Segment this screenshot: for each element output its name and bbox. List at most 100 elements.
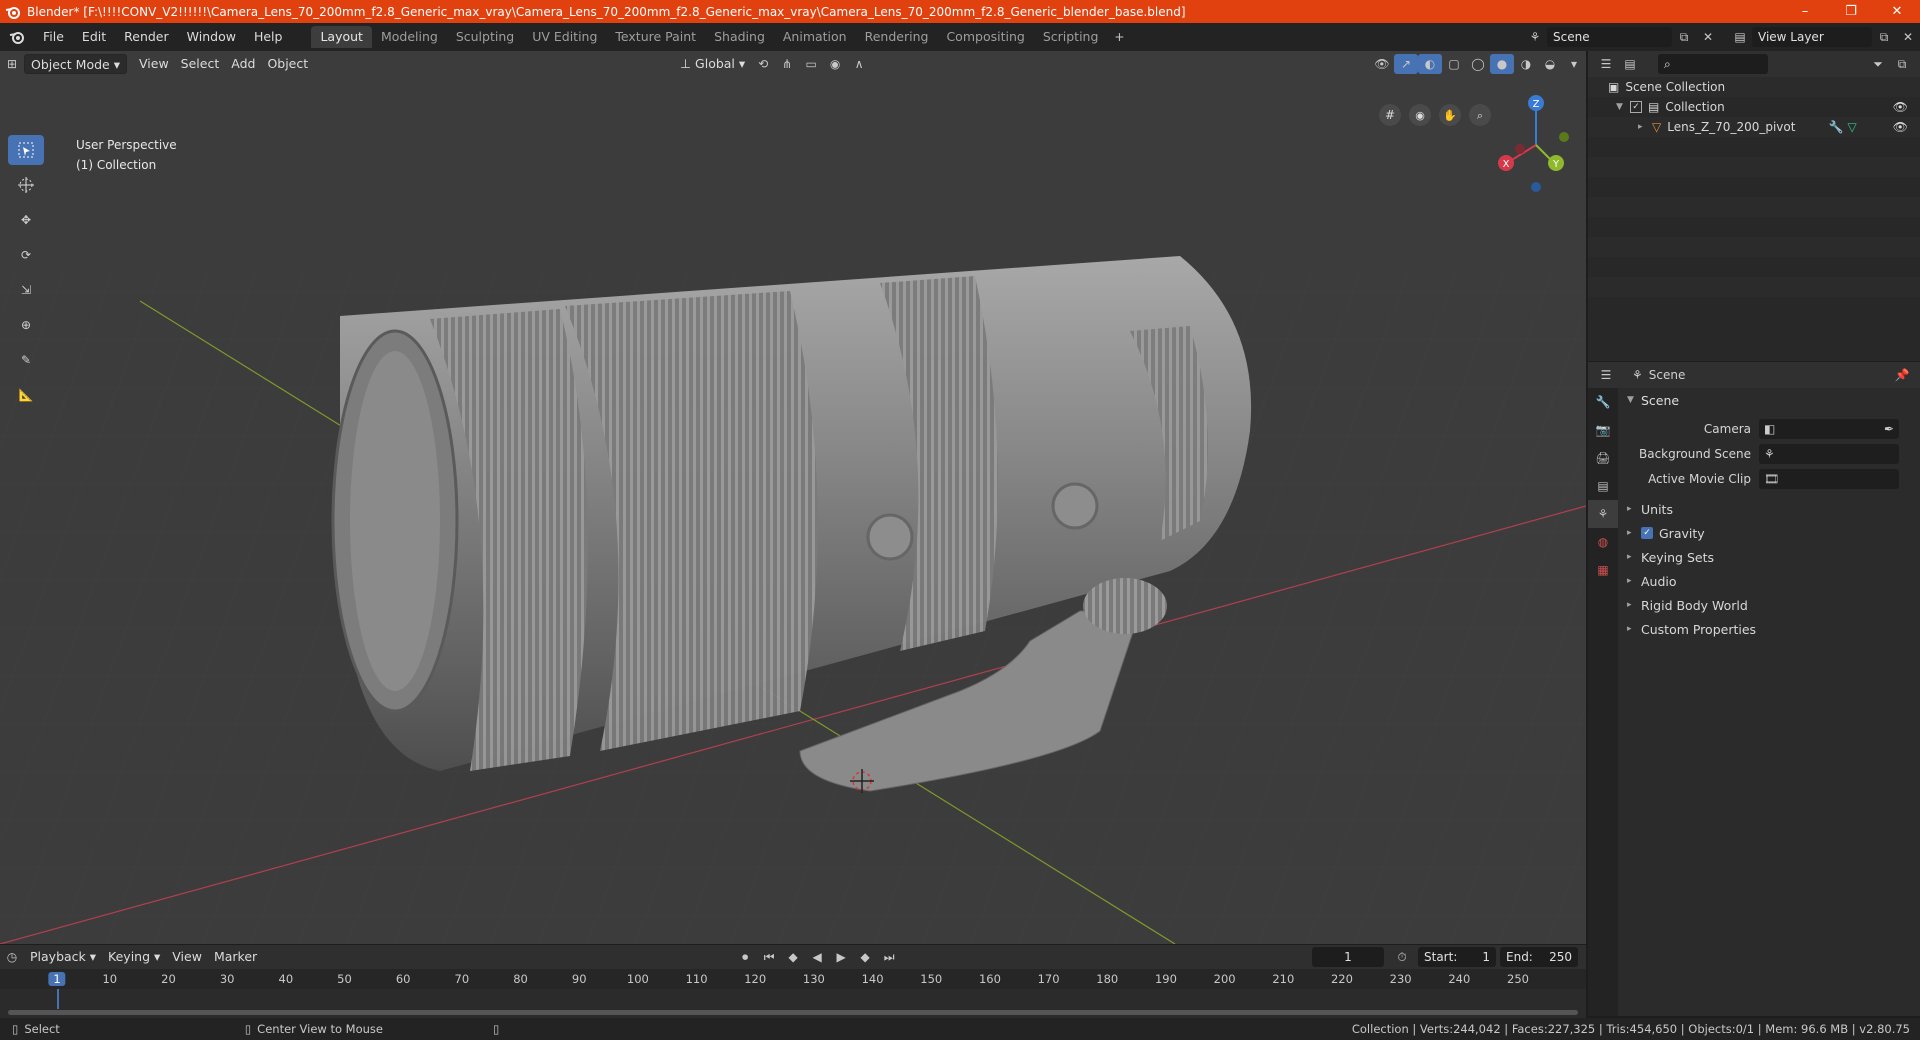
tab-uv-editing[interactable]: UV Editing (523, 26, 606, 48)
blender-menu-icon[interactable] (0, 29, 34, 45)
wireframe-shading-icon[interactable]: ◯ (1466, 54, 1490, 74)
object-row[interactable]: ▸ ▽ Lens_Z_70_200_pivot 🔧 ▽ 👁 (1588, 117, 1920, 137)
end-frame-field[interactable]: End: 250 (1500, 947, 1578, 967)
menu-timeline-view[interactable]: View (166, 947, 208, 967)
timeline-editor-icon[interactable]: ◷ (0, 947, 24, 967)
solid-shading-icon[interactable]: ● (1490, 54, 1514, 74)
maximize-button[interactable]: ❐ (1828, 0, 1874, 23)
tool-tab-icon[interactable]: 🔧 (1588, 388, 1618, 416)
pivot-icon[interactable]: ⟲ (751, 54, 775, 74)
transform-orientation-dropdown[interactable]: ⊥ Global ▾ (674, 54, 751, 74)
jump-end-icon[interactable]: ⏭ (877, 947, 901, 967)
stopwatch-icon[interactable]: ⏱ (1390, 947, 1414, 967)
render-tab-icon[interactable]: 📷 (1588, 416, 1618, 444)
3d-viewport[interactable]: ⊞ Object Mode ▾ View Select Add Object ⊥… (0, 51, 1586, 944)
visibility-icon[interactable]: 👁 (1370, 54, 1394, 74)
current-frame-field[interactable]: 1 (1312, 947, 1384, 967)
expand-icon[interactable]: ▸ (1638, 122, 1652, 132)
new-view-layer-icon[interactable]: ⧉ (1872, 27, 1896, 47)
gizmo-toggle-icon[interactable]: ↗ (1394, 54, 1418, 74)
collection-row[interactable]: ▼ ✓ ▤ Collection 👁 (1588, 97, 1920, 117)
tab-layout[interactable]: Layout (311, 26, 372, 48)
menu-file[interactable]: File (34, 23, 73, 51)
delete-scene-icon[interactable]: ✕ (1696, 27, 1720, 47)
navigation-gizmo[interactable]: # ◉ ✋ ⌕ Z X Y (1370, 81, 1586, 201)
editor-type-icon[interactable]: ⊞ (0, 54, 24, 74)
timeline-ruler[interactable]: 1 10 20 30 40 50 60 70 80 90 100 110 120 130 140 150 160… (0, 969, 1586, 989)
tab-compositing[interactable]: Compositing (937, 26, 1033, 48)
tab-sculpting[interactable]: Sculpting (447, 26, 523, 48)
next-keyframe-icon[interactable]: ◆ (853, 947, 877, 967)
play-reverse-icon[interactable]: ◀ (805, 947, 829, 967)
keying-sets-panel[interactable]: ▸ Keying Sets (1619, 545, 1920, 569)
camera-field[interactable]: ◧ ✒ (1759, 418, 1899, 439)
collapse-icon[interactable]: ▼ (1616, 102, 1630, 112)
menu-keying[interactable]: Keying ▾ (102, 947, 166, 967)
snap-target-icon[interactable]: ▭ (799, 54, 823, 74)
movie-clip-field[interactable]: 🎞 (1759, 468, 1899, 489)
view-layer-field[interactable]: View Layer (1752, 27, 1872, 47)
texture-tab-icon[interactable]: ▦ (1588, 556, 1618, 584)
background-scene-field[interactable]: ⚘ (1759, 443, 1899, 464)
tab-texture-paint[interactable]: Texture Paint (606, 26, 705, 48)
new-collection-icon[interactable]: ⧉ (1890, 54, 1914, 74)
jump-start-icon[interactable]: ⏮ (757, 947, 781, 967)
properties-editor-icon[interactable]: ☰ (1594, 365, 1618, 385)
tab-rendering[interactable]: Rendering (856, 26, 938, 48)
mode-dropdown[interactable]: Object Mode ▾ (24, 54, 127, 74)
menu-help[interactable]: Help (245, 23, 292, 51)
menu-object[interactable]: Object (261, 54, 314, 74)
outliner-editor-icon[interactable]: ☰ (1594, 54, 1618, 74)
record-icon[interactable]: ⏺ (733, 947, 757, 967)
rendered-shading-icon[interactable]: ◒ (1538, 54, 1562, 74)
eye-icon[interactable]: 👁 (1893, 120, 1908, 134)
display-mode-icon[interactable]: ▤ (1618, 54, 1642, 74)
include-checkbox[interactable]: ✓ (1630, 101, 1642, 113)
filter-icon[interactable]: ⏷ (1866, 54, 1890, 74)
add-workspace-icon[interactable]: + (1107, 27, 1131, 47)
timeline-scrollbar[interactable] (8, 1010, 1578, 1015)
view-layer-icon[interactable]: ▤ (1728, 27, 1752, 47)
menu-playback[interactable]: Playback ▾ (24, 947, 102, 967)
output-tab-icon[interactable]: 🖨 (1588, 444, 1618, 472)
menu-select[interactable]: Select (175, 54, 226, 74)
snap-icon[interactable]: ⋔ (775, 54, 799, 74)
shading-options-icon[interactable]: ▾ (1562, 54, 1586, 74)
pin-icon[interactable]: 📌 (1890, 365, 1914, 385)
proportional-edit-icon[interactable]: ◉ (823, 54, 847, 74)
tab-scripting[interactable]: Scripting (1034, 26, 1108, 48)
minimize-button[interactable]: – (1782, 0, 1828, 23)
scene-panel-header[interactable]: ▼ Scene (1619, 388, 1920, 412)
gravity-checkbox[interactable]: ✓ (1641, 527, 1653, 539)
annotate-tool[interactable]: ✎ (8, 345, 44, 375)
scene-tab-icon[interactable]: ⚘ (1588, 500, 1618, 528)
eye-icon[interactable]: 👁 (1893, 100, 1908, 114)
menu-marker[interactable]: Marker (208, 947, 263, 967)
delete-view-layer-icon[interactable]: ✕ (1896, 27, 1920, 47)
timeline-track[interactable] (0, 989, 1586, 1018)
units-panel[interactable]: ▸ Units (1619, 497, 1920, 521)
menu-add[interactable]: Add (225, 54, 261, 74)
scale-tool[interactable]: ⇲ (8, 275, 44, 305)
prev-keyframe-icon[interactable]: ◆ (781, 947, 805, 967)
rigid-body-world-panel[interactable]: ▸ Rigid Body World (1619, 593, 1920, 617)
rotate-tool[interactable]: ⟳ (8, 240, 44, 270)
scene-field[interactable]: Scene (1547, 27, 1672, 47)
gravity-panel[interactable]: ▸ ✓ Gravity (1619, 521, 1920, 545)
tab-shading[interactable]: Shading (705, 26, 774, 48)
outliner-search-input[interactable]: ⌕ (1658, 54, 1768, 74)
scene-collection-row[interactable]: ▣ Scene Collection (1588, 77, 1920, 97)
material-shading-icon[interactable]: ◑ (1514, 54, 1538, 74)
overlay-toggle-icon[interactable]: ◐ (1418, 54, 1442, 74)
audio-panel[interactable]: ▸ Audio (1619, 569, 1920, 593)
menu-edit[interactable]: Edit (73, 23, 115, 51)
custom-properties-panel[interactable]: ▸ Custom Properties (1619, 617, 1920, 641)
scene-selector-icon[interactable]: ⚘ (1523, 27, 1547, 47)
start-frame-field[interactable]: Start: 1 (1418, 947, 1496, 967)
close-button[interactable]: ✕ (1874, 0, 1920, 23)
eyedropper-icon[interactable]: ✒ (1884, 422, 1894, 436)
new-scene-icon[interactable]: ⧉ (1672, 27, 1696, 47)
measure-tool[interactable]: 📐 (8, 380, 44, 410)
menu-view[interactable]: View (133, 54, 175, 74)
move-tool[interactable]: ✥ (8, 205, 44, 235)
